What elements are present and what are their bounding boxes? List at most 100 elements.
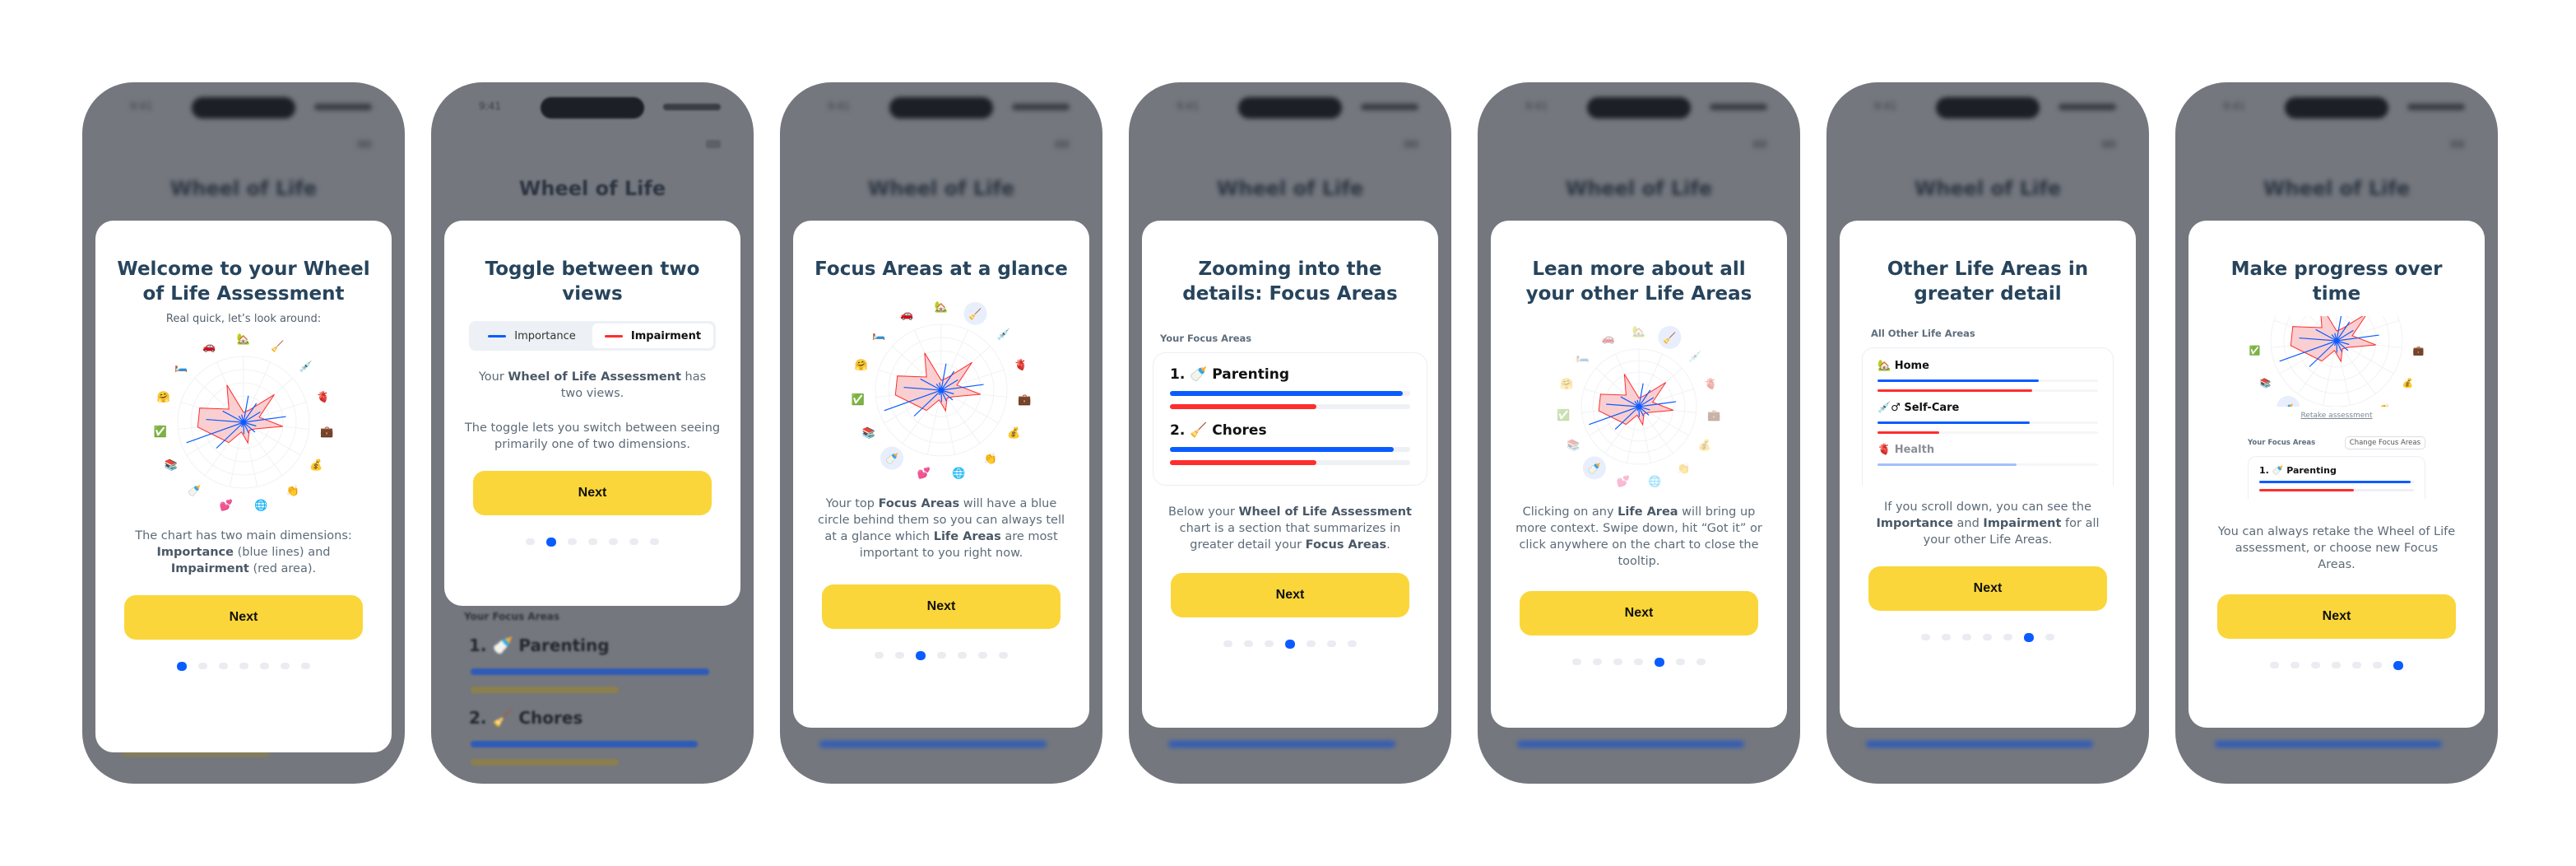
check-mark-icon[interactable]: ✅	[2249, 345, 2261, 356]
clapping-hands-icon[interactable]: 👏	[286, 485, 299, 498]
books-icon[interactable]: 📚	[862, 426, 875, 440]
life-areas-list[interactable]: 🏡 Home 💉♂ Self-Care 🫀 Health	[1862, 347, 2114, 486]
next-button[interactable]: Next	[124, 595, 363, 640]
page-dot-active[interactable]	[1655, 658, 1664, 667]
globe-icon[interactable]: 🌐	[1648, 475, 1661, 488]
page-dot[interactable]	[219, 663, 228, 669]
money-bag-icon[interactable]: 💰	[309, 459, 323, 472]
focus-area-item[interactable]: 1. 🍼 Parenting	[2248, 456, 2425, 499]
page-dot[interactable]	[2352, 662, 2361, 668]
page-dot[interactable]	[1962, 634, 1971, 640]
page-dot[interactable]	[937, 652, 946, 659]
page-dot-active[interactable]	[177, 662, 187, 671]
two-hearts-icon[interactable]: 💕	[917, 467, 931, 480]
baby-bottle-icon[interactable]: 🍼	[1588, 462, 1601, 475]
page-dot[interactable]	[526, 538, 535, 545]
page-dot-active[interactable]	[546, 538, 556, 547]
money-bag-icon[interactable]: 💰	[1007, 426, 1020, 440]
check-mark-icon[interactable]: ✅	[153, 426, 166, 439]
wheel-chart[interactable]: 🏡 🧹 💉 🫀 💼 💰 👏 🌐 💕 🍼 📚 ✅ 🤗 🛏️ 🚗	[1520, 324, 1758, 489]
hugging-face-icon[interactable]: 🤗	[157, 390, 170, 403]
house-with-garden-icon[interactable]: 🏡	[237, 333, 250, 346]
page-dot[interactable]	[629, 538, 638, 545]
page-dot[interactable]	[2311, 662, 2320, 668]
hugging-face-icon[interactable]: 🤗	[1560, 378, 1573, 391]
anatomical-heart-icon[interactable]: 🫀	[317, 390, 330, 403]
next-button[interactable]: Next	[822, 584, 1061, 629]
broom-icon[interactable]: 🧹	[1663, 332, 1676, 345]
page-dot[interactable]	[1634, 659, 1643, 665]
broom-icon[interactable]: 🧹	[271, 340, 284, 353]
baby-bottle-icon[interactable]: 🍼	[2282, 403, 2294, 407]
clapping-hands-icon[interactable]: 👏	[984, 453, 997, 466]
page-dot[interactable]	[198, 663, 207, 669]
page-dot[interactable]	[568, 538, 577, 545]
bed-icon[interactable]: 🛏️	[174, 361, 188, 374]
broom-icon[interactable]: 🧹	[968, 308, 982, 321]
syringe-icon[interactable]: 💉	[299, 361, 313, 374]
books-icon[interactable]: 📚	[2260, 378, 2272, 389]
life-area-item[interactable]: 💉♂ Self-Care	[1877, 402, 2098, 434]
page-dot[interactable]	[650, 538, 659, 545]
page-dot[interactable]	[1593, 659, 1602, 665]
wheel-chart[interactable]: 🏡 🧹 💉 🫀 💼 💰 👏 🌐 💕 🍼 📚 ✅ 🤗 🛏️ 🚗	[822, 300, 1061, 481]
focus-area-item[interactable]: 1. 🍼 Parenting	[1170, 366, 1410, 409]
page-dot-active[interactable]	[1285, 640, 1295, 649]
page-dot[interactable]	[999, 652, 1008, 659]
page-dot[interactable]	[1307, 640, 1316, 647]
page-dot[interactable]	[609, 538, 618, 545]
page-dot[interactable]	[1572, 659, 1581, 665]
briefcase-icon[interactable]: 💼	[1707, 410, 1720, 422]
page-dot[interactable]	[1327, 640, 1336, 647]
page-dot[interactable]	[260, 663, 269, 669]
page-dot[interactable]	[1983, 634, 1992, 640]
next-button[interactable]: Next	[2217, 594, 2456, 639]
page-dot[interactable]	[978, 652, 987, 659]
baby-bottle-icon[interactable]: 🍼	[188, 485, 201, 498]
briefcase-icon[interactable]: 💼	[1018, 394, 1031, 407]
books-icon[interactable]: 📚	[1566, 439, 1580, 452]
car-icon[interactable]: 🚗	[1601, 333, 1614, 345]
hugging-face-icon[interactable]: 🤗	[855, 358, 868, 371]
page-dot[interactable]	[281, 663, 290, 669]
wheel-chart[interactable]: 💼💰👏🌐💕🍼📚✅	[2246, 316, 2427, 407]
page-dot-active[interactable]	[916, 651, 926, 660]
page-dot[interactable]	[2291, 662, 2300, 668]
briefcase-icon[interactable]: 💼	[2413, 345, 2425, 356]
page-dot[interactable]	[2045, 634, 2054, 640]
house-with-garden-icon[interactable]: 🏡	[935, 301, 948, 314]
syringe-icon[interactable]: 💉	[997, 328, 1010, 342]
check-mark-icon[interactable]: ✅	[851, 393, 864, 407]
page-dot[interactable]	[1223, 640, 1232, 647]
page-dot[interactable]	[2270, 662, 2279, 668]
anatomical-heart-icon[interactable]: 🫀	[1704, 378, 1717, 391]
two-hearts-icon[interactable]: 💕	[1617, 475, 1630, 488]
page-dot[interactable]	[2373, 662, 2382, 668]
globe-icon[interactable]: 🌐	[254, 499, 267, 512]
briefcase-icon[interactable]: 💼	[320, 426, 333, 439]
anatomical-heart-icon[interactable]: 🫀	[1014, 358, 1028, 371]
money-bag-icon[interactable]: 💰	[1698, 439, 1711, 452]
house-with-garden-icon[interactable]: 🏡	[1632, 326, 1645, 338]
money-bag-icon[interactable]: 💰	[2402, 378, 2414, 389]
page-dot[interactable]	[1942, 634, 1951, 640]
page-dot[interactable]	[2003, 634, 2012, 640]
page-dot[interactable]	[958, 652, 967, 659]
toggle-importance[interactable]: Importance	[471, 324, 592, 348]
next-button[interactable]: Next	[473, 471, 712, 515]
page-dot[interactable]	[875, 652, 884, 659]
focus-area-item[interactable]: 2. 🧹 Chores	[1170, 422, 1410, 465]
next-button[interactable]: Next	[1520, 591, 1758, 636]
page-dot[interactable]	[1676, 659, 1685, 665]
wheel-chart[interactable]: 🏡 🧹 💉 🫀 💼 💰 👏 🌐 💕 🍼 📚 ✅ 🤗 🛏️ 🚗	[124, 332, 363, 513]
life-area-item[interactable]: 🏡 Home	[1877, 360, 2098, 392]
page-dot[interactable]	[1613, 659, 1622, 665]
bed-icon[interactable]: 🛏️	[1576, 351, 1590, 363]
life-area-item[interactable]: 🫀 Health	[1877, 444, 2098, 466]
next-button[interactable]: Next	[1868, 566, 2107, 611]
bed-icon[interactable]: 🛏️	[872, 329, 885, 342]
baby-bottle-icon[interactable]: 🍼	[885, 453, 898, 466]
page-dot[interactable]	[1348, 640, 1357, 647]
toggle-impairment[interactable]: Impairment	[592, 324, 713, 348]
page-dot[interactable]	[1244, 640, 1253, 647]
